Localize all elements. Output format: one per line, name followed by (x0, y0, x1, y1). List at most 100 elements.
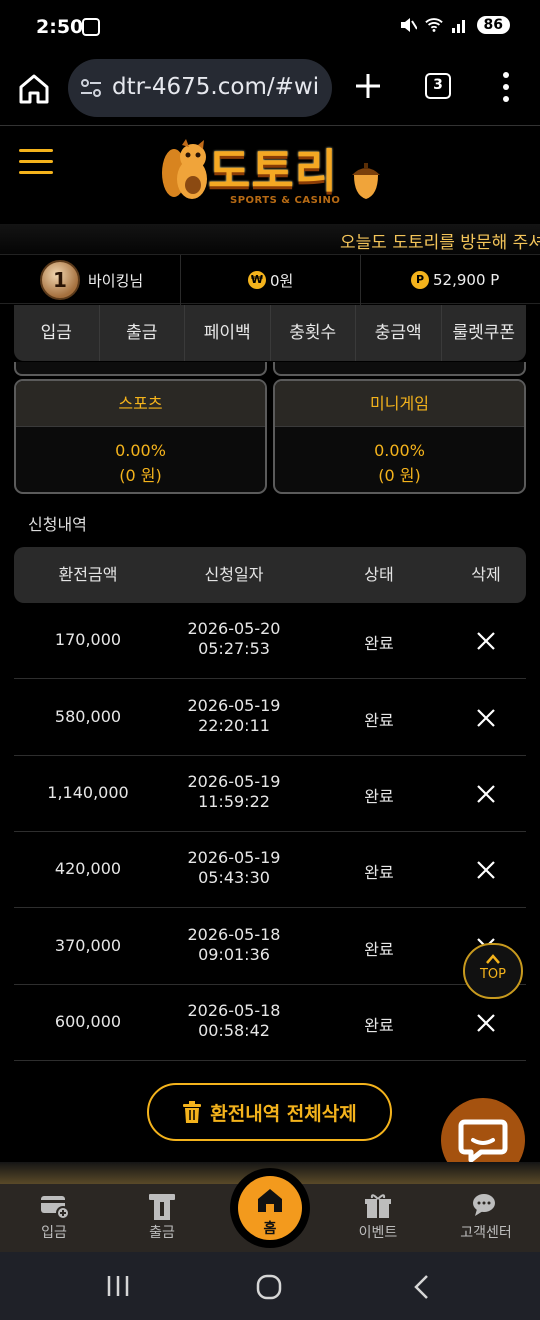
history-table-header: 환전금액 신청일자 상태 삭제 (14, 547, 526, 603)
nav-deposit[interactable]: 입금 (14, 1192, 94, 1242)
home-button[interactable]: 홈 (238, 1176, 302, 1240)
squirrel-mascot-icon (162, 139, 207, 199)
delete-icon[interactable] (474, 1011, 498, 1035)
row-date: 2026-05-20 05:27:53 (187, 619, 281, 658)
chevron-up-icon (486, 954, 500, 964)
tab-roulette-coupon[interactable]: 룰렛쿠폰 (442, 305, 527, 361)
table-row: 600,000 2026-05-18 00:58:42 완료 (14, 985, 526, 1061)
back-icon[interactable] (410, 1274, 432, 1300)
row-amount: 370,000 (54, 936, 122, 955)
nav-home[interactable]: 홈 (230, 1168, 310, 1248)
status-indicators: 86 (399, 16, 510, 34)
top-label: TOP (479, 967, 506, 982)
new-tab-icon[interactable] (353, 71, 383, 101)
system-home-icon[interactable] (256, 1274, 282, 1300)
trash-icon (183, 1101, 202, 1123)
nav-withdraw[interactable]: 출금 (122, 1192, 202, 1242)
rate-card-title: 미니게임 (275, 381, 524, 427)
level-badge: 1 (40, 260, 80, 300)
wifi-icon (424, 18, 443, 32)
balance-value: 0원 (270, 271, 294, 290)
card-stub-right (273, 362, 526, 376)
table-row: 580,000 2026-05-19 22:20:11 완료 (14, 680, 526, 756)
row-status: 완료 (364, 1016, 394, 1035)
nav-support[interactable]: 고객센터 (446, 1192, 526, 1242)
clear-all-history-button[interactable]: 환전내역 전체삭제 (147, 1083, 392, 1141)
row-date: 2026-05-19 05:43:30 (187, 848, 281, 887)
screenshot-icon (82, 18, 100, 36)
nav-event[interactable]: 이벤트 (338, 1192, 418, 1242)
row-date: 2026-05-18 00:58:42 (187, 1001, 281, 1040)
tab-charge-count[interactable]: 충횟수 (271, 305, 356, 361)
tab-charge-amount[interactable]: 충금액 (356, 305, 442, 361)
status-time: 2:50 (36, 16, 84, 38)
header-delete: 삭제 (471, 565, 501, 584)
scroll-top-button[interactable]: TOP (463, 943, 523, 999)
row-date: 2026-05-18 09:01:36 (187, 925, 281, 964)
points-value: 52,900 P (433, 271, 500, 289)
delete-icon[interactable] (474, 858, 498, 882)
rate-card-amount: (0 원) (119, 466, 162, 485)
table-row: 1,140,000 2026-05-19 11:59:22 완료 (14, 756, 526, 832)
tab-withdraw[interactable]: 출금 (100, 305, 185, 361)
won-coin-icon: ₩ (248, 271, 266, 289)
row-amount: 580,000 (54, 707, 122, 726)
user-name: 바이킹님 (88, 271, 144, 290)
site-logo[interactable]: 도토리 SPORTS & CASINO (160, 135, 390, 215)
address-bar[interactable]: dtr-4675.com/#wi (68, 59, 332, 117)
rate-card-title: 스포츠 (16, 381, 265, 427)
card-deposit-icon (41, 1196, 69, 1220)
table-row: 170,000 2026-05-20 05:27:53 완료 (14, 603, 526, 679)
tab-payback[interactable]: 페이백 (185, 305, 271, 361)
recent-apps-icon[interactable] (106, 1274, 130, 1298)
row-amount: 420,000 (54, 859, 122, 878)
table-row: 370,000 2026-05-18 09:01:36 완료 (14, 909, 526, 985)
tab-deposit[interactable]: 입금 (14, 305, 100, 361)
chat-support-icon (473, 1194, 495, 1216)
row-status: 완료 (364, 634, 394, 653)
delete-icon[interactable] (474, 629, 498, 653)
site-header: 도토리 SPORTS & CASINO (0, 127, 540, 227)
battery-indicator: 86 (476, 16, 510, 34)
header-date: 신청일자 (204, 565, 264, 584)
user-points: P 52,900 P (411, 255, 499, 305)
browser-home-icon[interactable] (18, 74, 50, 104)
site-settings-icon[interactable] (80, 79, 102, 97)
signal-icon (451, 20, 465, 33)
gift-icon (365, 1194, 391, 1218)
user-balance: ₩ 0원 (248, 255, 293, 305)
acorn-icon (352, 163, 380, 199)
mute-icon (400, 18, 417, 32)
header-status: 상태 (364, 565, 394, 584)
sports-rate-card: 스포츠 0.00% (0 원) (14, 379, 267, 494)
status-bar: 2:50 86 (0, 0, 540, 56)
logo-text: 도토리 (208, 144, 338, 198)
user-profile[interactable]: 1 바이킹님 (40, 255, 143, 305)
row-status: 완료 (364, 787, 394, 806)
hamburger-menu-icon[interactable] (19, 149, 53, 175)
cash-withdraw-icon (149, 1194, 175, 1220)
rate-card-amount: (0 원) (378, 466, 421, 485)
row-status: 완료 (364, 711, 394, 730)
point-coin-icon: P (411, 271, 429, 289)
delete-icon[interactable] (474, 782, 498, 806)
row-amount: 170,000 (54, 630, 122, 649)
row-amount: 600,000 (54, 1012, 122, 1031)
header-amount: 환전금액 (58, 565, 118, 584)
card-stub-left (14, 362, 267, 376)
tab-switcher-button[interactable]: 3 (425, 73, 451, 99)
marquee-text: 오늘도 도토리를 방문해 주셔 (340, 233, 540, 253)
browser-toolbar: dtr-4675.com/#wi 3 (0, 56, 540, 126)
clear-all-label: 환전내역 전체삭제 (210, 1102, 357, 1125)
row-amount: 1,140,000 (47, 783, 129, 802)
delete-icon[interactable] (474, 706, 498, 730)
more-menu-icon[interactable] (498, 70, 514, 104)
history-section-title: 신청내역 (28, 515, 87, 534)
minigame-rate-card: 미니게임 0.00% (0 원) (273, 379, 526, 494)
system-navigation-bar (0, 1252, 540, 1320)
user-info-bar: 1 바이킹님 ₩ 0원 P 52,900 P (0, 254, 540, 305)
row-status: 완료 (364, 940, 394, 959)
home-label: 홈 (263, 1221, 277, 1237)
url-text: dtr-4675.com/#wi (112, 74, 320, 100)
payment-tab-menu: 입금 출금 페이백 충횟수 충금액 룰렛쿠폰 (14, 305, 526, 361)
